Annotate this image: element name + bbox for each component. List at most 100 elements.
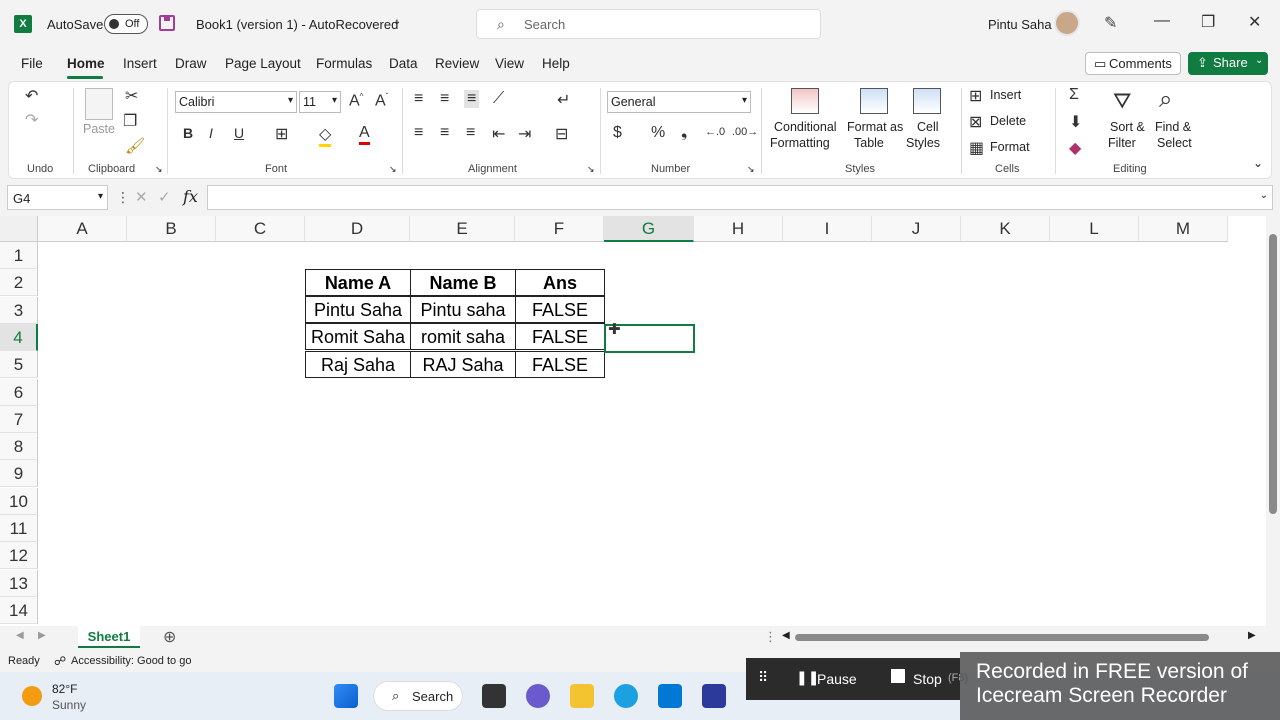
bold-icon[interactable]: B (183, 125, 193, 141)
italic-icon[interactable]: I (209, 125, 213, 141)
copy-icon[interactable]: ❐ (123, 111, 137, 131)
conditional-formatting-icon[interactable] (791, 88, 819, 114)
align-center-icon[interactable]: ≡ (440, 124, 449, 142)
column-header-d[interactable]: D (305, 216, 410, 242)
find-select-icon[interactable]: ⌕ (1159, 86, 1172, 114)
table-cell[interactable]: romit saha (410, 323, 516, 351)
format-painter-icon[interactable]: 🖌 (125, 136, 145, 156)
close-icon[interactable]: ✕ (1248, 12, 1261, 32)
tab-review[interactable]: Review (435, 56, 479, 71)
more-options-icon[interactable]: ⋮ (116, 189, 130, 206)
column-header-h[interactable]: H (694, 216, 783, 242)
clear-icon[interactable]: ◆ (1069, 138, 1081, 158)
column-header-l[interactable]: L (1050, 216, 1139, 242)
increase-decimal-icon[interactable]: ←.0 (705, 126, 725, 138)
column-header-k[interactable]: K (961, 216, 1050, 242)
format-cells-icon[interactable]: ▦ (969, 138, 984, 158)
enter-icon[interactable]: ✓ (158, 188, 171, 206)
add-sheet-icon[interactable]: ⊕ (163, 627, 176, 647)
table-cell[interactable]: FALSE (515, 323, 605, 351)
delete-cells-icon[interactable]: ⊠ (969, 112, 982, 132)
drag-handle-icon[interactable]: ⠿ (758, 669, 768, 686)
find-select-line1[interactable]: Find & (1155, 120, 1191, 134)
table-cell[interactable]: RAJ Saha (410, 350, 516, 378)
next-sheet-icon[interactable]: ▶ (38, 630, 46, 641)
format-as-table-line1[interactable]: Format as (847, 120, 903, 134)
table-cell[interactable]: Pintu Saha (305, 296, 411, 323)
increase-font-icon[interactable]: A^ (349, 92, 363, 110)
document-title[interactable]: Book1 (version 1) - AutoRecovered (196, 17, 398, 32)
undo-icon[interactable]: ↶ (25, 86, 38, 106)
tab-data[interactable]: Data (389, 56, 418, 71)
align-bottom-icon[interactable]: ≡ (464, 90, 480, 108)
column-header-c[interactable]: C (216, 216, 305, 242)
wrap-text-icon[interactable]: ↵ (557, 90, 570, 110)
formula-input[interactable]: ⌄ (207, 185, 1273, 210)
taskbar-search[interactable]: ⌕ Search (373, 681, 463, 711)
tab-insert[interactable]: Insert (123, 56, 157, 71)
select-all-corner[interactable] (0, 216, 38, 242)
column-header-f[interactable]: F (515, 216, 604, 242)
column-header-m[interactable]: M (1139, 216, 1228, 242)
insert-cells-icon[interactable]: ⊞ (969, 86, 982, 106)
tab-view[interactable]: View (495, 56, 524, 71)
align-top-icon[interactable]: ≡ (414, 90, 423, 108)
increase-indent-icon[interactable]: ⇥ (518, 124, 531, 144)
format-cells-label[interactable]: Format (990, 140, 1030, 154)
cancel-icon[interactable]: ✕ (135, 188, 148, 206)
table-cell[interactable]: Raj Saha (305, 350, 411, 378)
font-size-dropdown[interactable]: 11 ▾ (299, 91, 341, 113)
collapse-ribbon-icon[interactable]: ⌄ (1253, 156, 1263, 170)
dialog-launcher-icon[interactable]: ↘ (389, 164, 397, 175)
comma-style-icon[interactable]: ❟ (681, 124, 687, 142)
edge-browser-icon[interactable] (614, 684, 638, 708)
row-header-12[interactable]: 12 (0, 542, 38, 570)
row-header-3[interactable]: 3 (0, 296, 38, 324)
align-left-icon[interactable]: ≡ (414, 124, 423, 142)
accessibility-icon[interactable]: ☍ (54, 654, 66, 668)
cell-styles-line2[interactable]: Styles (906, 136, 940, 150)
insert-function-icon[interactable]: fx (183, 187, 198, 206)
save-icon[interactable] (159, 15, 175, 31)
avatar[interactable] (1054, 10, 1080, 36)
format-as-table-line2[interactable]: Table (854, 136, 884, 150)
vertical-scrollbar[interactable] (1266, 216, 1280, 626)
row-header-10[interactable]: 10 (0, 487, 38, 515)
stop-icon[interactable] (891, 669, 905, 683)
row-header-7[interactable]: 7 (0, 405, 38, 433)
store-icon[interactable] (658, 684, 682, 708)
tab-page-layout[interactable]: Page Layout (225, 56, 301, 71)
dialog-launcher-icon[interactable]: ↘ (747, 164, 755, 175)
row-header-14[interactable]: 14 (0, 596, 38, 624)
percent-icon[interactable]: % (651, 124, 665, 142)
column-header-b[interactable]: B (127, 216, 216, 242)
weather-condition[interactable]: Sunny (52, 698, 86, 712)
user-name[interactable]: Pintu Saha (988, 17, 1052, 32)
sort-filter-line1[interactable]: Sort & (1110, 120, 1145, 134)
pause-icon[interactable]: ❚❚ (796, 669, 819, 686)
decrease-indent-icon[interactable]: ⇤ (492, 124, 505, 144)
decrease-decimal-icon[interactable]: .00→ (732, 126, 758, 138)
table-header-cell[interactable]: Name A (305, 269, 411, 296)
underline-icon[interactable]: U (234, 125, 244, 141)
pen-icon[interactable]: ✎ (1104, 13, 1117, 33)
scroll-left-icon[interactable]: ◀ (782, 630, 790, 641)
tab-home[interactable]: Home (67, 56, 105, 71)
sun-icon[interactable] (22, 686, 42, 706)
autosave-toggle[interactable]: Off (104, 14, 148, 34)
worksheet-grid[interactable]: ABCDEFGHIJKLM 1 2 3 4 5 6 7 8 9 10 11 12 13 14 Name A… (0, 216, 1266, 626)
row-header-1[interactable]: 1 (0, 242, 38, 269)
borders-icon[interactable]: ⊞ (275, 124, 288, 144)
font-name-dropdown[interactable]: Calibri ▾ (175, 91, 297, 113)
table-header-cell[interactable]: Ans (515, 269, 605, 296)
app-icon[interactable] (702, 684, 726, 708)
cut-icon[interactable]: ✂ (125, 86, 138, 106)
prev-sheet-icon[interactable]: ◀ (16, 630, 24, 641)
pause-label[interactable]: Pause (817, 671, 857, 687)
insert-cells-label[interactable]: Insert (990, 88, 1021, 102)
orientation-icon[interactable]: ⟋ (493, 90, 504, 108)
fill-color-icon[interactable]: ◇ (319, 124, 332, 147)
file-explorer-icon[interactable] (570, 684, 594, 708)
row-header-4[interactable]: 4 (0, 323, 38, 351)
task-view-icon[interactable] (482, 684, 506, 708)
